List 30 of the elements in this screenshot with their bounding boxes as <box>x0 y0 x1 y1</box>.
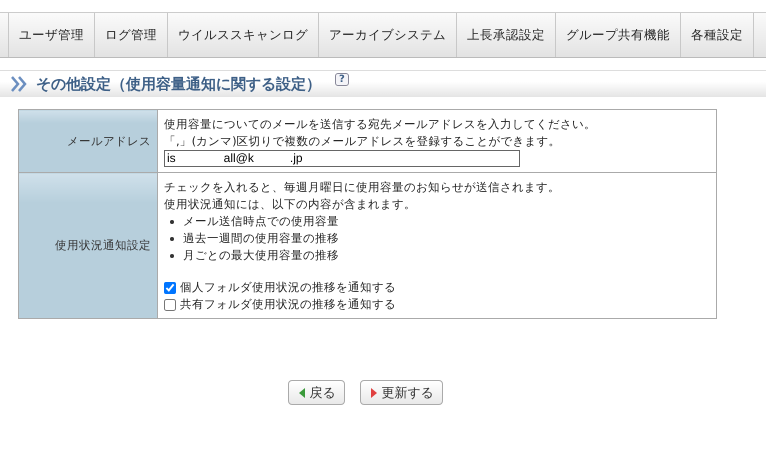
bullet-text: 過去一週間の使用容量の推移 <box>183 230 339 247</box>
checkbox[interactable] <box>164 298 176 310</box>
back-button[interactable]: 戻る <box>288 380 344 405</box>
bullet-text: メール送信時点での使用容量 <box>183 213 339 230</box>
left-triangle-icon <box>296 386 306 398</box>
instruction-text: 使用容量についてのメールを送信する宛先メールアドレスを入力してください。 <box>164 116 597 133</box>
nav-tab[interactable]: ログ管理 <box>94 13 167 57</box>
instruction-text: 「,」(カンマ)区切りで複数のメールアドレスを登録することができます。 <box>164 133 562 150</box>
checkbox[interactable] <box>164 282 176 294</box>
bullet-icon <box>170 254 174 258</box>
instruction-text: チェックを入れると、毎週月曜日に使用容量のお知らせが送信されます。 <box>164 179 561 196</box>
right-triangle-icon <box>368 386 378 398</box>
email-field[interactable]: is all@k .jp <box>164 150 520 167</box>
checkbox-label[interactable]: 共有フォルダ使用状況の推移を通知する <box>180 296 396 313</box>
nav-tab[interactable]: 上長承認設定 <box>456 13 555 57</box>
nav-tab[interactable]: アーカイブシステム <box>318 13 456 57</box>
nav-tab[interactable]: ユーザ管理 <box>8 13 94 57</box>
bullet-text: 月ごとの最大使用容量の推移 <box>183 247 339 264</box>
page-title: その他設定（使用容量通知に関する設定） <box>36 74 321 94</box>
nav-tab[interactable]: 各種設定 <box>680 13 754 57</box>
instruction-text: 使用状況通知には、以下の内容が含まれます。 <box>164 196 417 213</box>
bullet-icon <box>170 220 174 224</box>
field-label: メールアドレス <box>18 110 158 172</box>
checkbox-label[interactable]: 個人フォルダ使用状況の推移を通知する <box>180 279 396 296</box>
update-button[interactable]: 更新する <box>360 380 442 405</box>
nav-tab[interactable]: ウイルススキャンログ <box>167 13 318 57</box>
nav-tab[interactable]: グループ共有機能 <box>555 13 680 57</box>
bullet-icon <box>170 236 174 240</box>
help-button[interactable]: ? <box>335 73 349 86</box>
field-label: 使用状況通知設定 <box>18 172 158 318</box>
